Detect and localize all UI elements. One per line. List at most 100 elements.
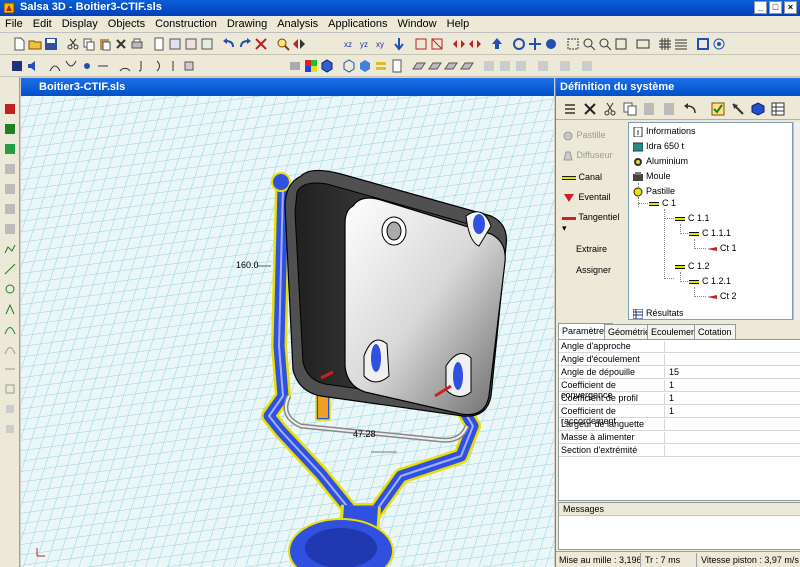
undo-icon[interactable] — [222, 37, 236, 51]
line-tool-icon[interactable] — [166, 59, 180, 73]
zoom-fit-icon[interactable] — [614, 37, 628, 51]
chevron-down-icon[interactable]: ▾ — [562, 223, 567, 233]
mold-3d-scene[interactable] — [21, 96, 554, 567]
curve-tool2-icon[interactable] — [64, 59, 78, 73]
line-icon[interactable] — [4, 263, 16, 275]
grey-tool2-icon[interactable] — [4, 363, 16, 375]
grey-tool-icon[interactable] — [4, 343, 16, 355]
element-diffuseur[interactable]: Diffuseur — [562, 150, 612, 164]
zoom-window-icon[interactable] — [566, 37, 580, 51]
print-icon[interactable] — [130, 37, 144, 51]
green-block2-icon[interactable] — [4, 143, 16, 155]
tree-node-material[interactable]: Aluminium — [633, 156, 688, 167]
minimize-button[interactable]: _ — [754, 1, 767, 14]
zoom-out-icon[interactable] — [598, 37, 612, 51]
grey-tool5-icon[interactable] — [4, 423, 16, 435]
menu-construction[interactable]: Construction — [150, 16, 222, 30]
tree-node-ct2[interactable]: Ct 2 — [707, 291, 737, 302]
grey-block4-icon[interactable] — [4, 223, 16, 235]
system-tree[interactable]: Informations Idra 650 t Aluminium Moule … — [628, 122, 793, 320]
zoom-in-icon[interactable] — [582, 37, 596, 51]
node-tool-icon[interactable] — [80, 59, 94, 73]
flip-icon[interactable] — [292, 37, 306, 51]
hook-tool-icon[interactable] — [134, 59, 148, 73]
list-icon[interactable] — [562, 101, 578, 117]
param-row[interactable]: Angle de dépouille 15 — [559, 366, 800, 379]
rotate-view-icon[interactable] — [512, 37, 526, 51]
pointer-icon[interactable] — [730, 101, 746, 117]
section3-icon[interactable] — [514, 59, 528, 73]
polyline-icon[interactable] — [4, 243, 16, 255]
param-row[interactable]: Coefficient de profil 1 — [559, 392, 800, 405]
menu-applications[interactable]: Applications — [323, 16, 392, 30]
tree-node-c1-1[interactable]: C 1.1 — [675, 213, 710, 224]
view-xz-icon[interactable]: xz — [344, 37, 358, 51]
book2-icon[interactable] — [184, 37, 198, 51]
cut-icon[interactable] — [66, 37, 80, 51]
book3-icon[interactable] — [200, 37, 214, 51]
grey-block3-icon[interactable] — [4, 203, 16, 215]
view-xy-icon[interactable]: xy — [376, 37, 390, 51]
circle-tool-icon[interactable] — [4, 283, 16, 295]
tree-node-machine[interactable]: Idra 650 t — [633, 141, 684, 152]
paste-element-icon[interactable] — [642, 101, 658, 117]
grey-block-icon[interactable] — [4, 163, 16, 175]
param-row[interactable]: Section d'extrémité — [559, 444, 800, 457]
messages-pane[interactable]: Messages — [558, 502, 800, 550]
param-row[interactable]: Angle d'approche — [559, 340, 800, 353]
grid-dense-icon[interactable] — [674, 37, 688, 51]
undo-element-icon[interactable] — [682, 101, 698, 117]
tree-node-c1[interactable]: C 1 — [649, 198, 676, 209]
snap-tool-icon[interactable] — [96, 59, 110, 73]
element-canal[interactable]: Canal — [562, 172, 602, 186]
section6-icon[interactable] — [580, 59, 594, 73]
frame-icon[interactable] — [636, 37, 650, 51]
menu-analysis[interactable]: Analysis — [272, 16, 323, 30]
select-box-icon[interactable] — [414, 37, 428, 51]
pan-up-icon[interactable] — [490, 37, 504, 51]
tab-cotation[interactable]: Cotation — [694, 324, 736, 339]
plane3-icon[interactable] — [444, 59, 458, 73]
grey-block2-icon[interactable] — [4, 183, 16, 195]
param-row[interactable]: Coefficient de convergence 1 — [559, 379, 800, 400]
redo-icon[interactable] — [238, 37, 252, 51]
target-icon[interactable] — [712, 37, 726, 51]
search-icon[interactable] — [276, 37, 290, 51]
tree-node-results[interactable]: Résultats — [633, 308, 684, 319]
param-row[interactable]: Largeur de languette — [559, 418, 800, 431]
cut-element-icon[interactable] — [602, 101, 618, 117]
copy-element-icon[interactable] — [622, 101, 638, 117]
section2-icon[interactable] — [498, 59, 512, 73]
delete-icon[interactable] — [114, 37, 128, 51]
grey-tool3-icon[interactable] — [4, 383, 16, 395]
assign-button[interactable]: Assigner — [576, 265, 611, 275]
menu-edit[interactable]: Edit — [28, 16, 57, 30]
page-icon[interactable] — [390, 59, 404, 73]
tree-node-pastille[interactable]: Pastille — [633, 186, 675, 197]
view-iso-icon[interactable] — [288, 59, 302, 73]
plane4-icon[interactable] — [460, 59, 474, 73]
table-view-icon[interactable] — [770, 101, 786, 117]
delete-element-icon[interactable] — [582, 101, 598, 117]
param-row[interactable]: Coefficient de raccordement 1 — [559, 405, 800, 426]
tree-node-ct1[interactable]: Ct 1 — [707, 243, 737, 254]
rotate-left-icon[interactable] — [452, 37, 466, 51]
red-block-icon[interactable] — [4, 103, 16, 115]
cube-wire-icon[interactable] — [342, 59, 356, 73]
arrow-down-icon[interactable] — [392, 37, 406, 51]
param-row[interactable]: Angle d'écoulement — [559, 353, 800, 366]
book-icon[interactable] — [168, 37, 182, 51]
view-yz-icon[interactable]: yz — [360, 37, 374, 51]
extract-button[interactable]: Extraire — [576, 244, 607, 254]
surface-tool-icon[interactable] — [182, 59, 196, 73]
section5-icon[interactable] — [558, 59, 572, 73]
cube-icon[interactable] — [320, 59, 334, 73]
cube-view-icon[interactable] — [750, 101, 766, 117]
copy-icon[interactable] — [82, 37, 96, 51]
menu-drawing[interactable]: Drawing — [222, 16, 272, 30]
point-tool-icon[interactable] — [4, 303, 16, 315]
select-diag-icon[interactable] — [430, 37, 444, 51]
layers-icon[interactable] — [374, 59, 388, 73]
rotate-right-icon[interactable] — [468, 37, 482, 51]
tree-node-mold[interactable]: Moule — [633, 171, 671, 182]
